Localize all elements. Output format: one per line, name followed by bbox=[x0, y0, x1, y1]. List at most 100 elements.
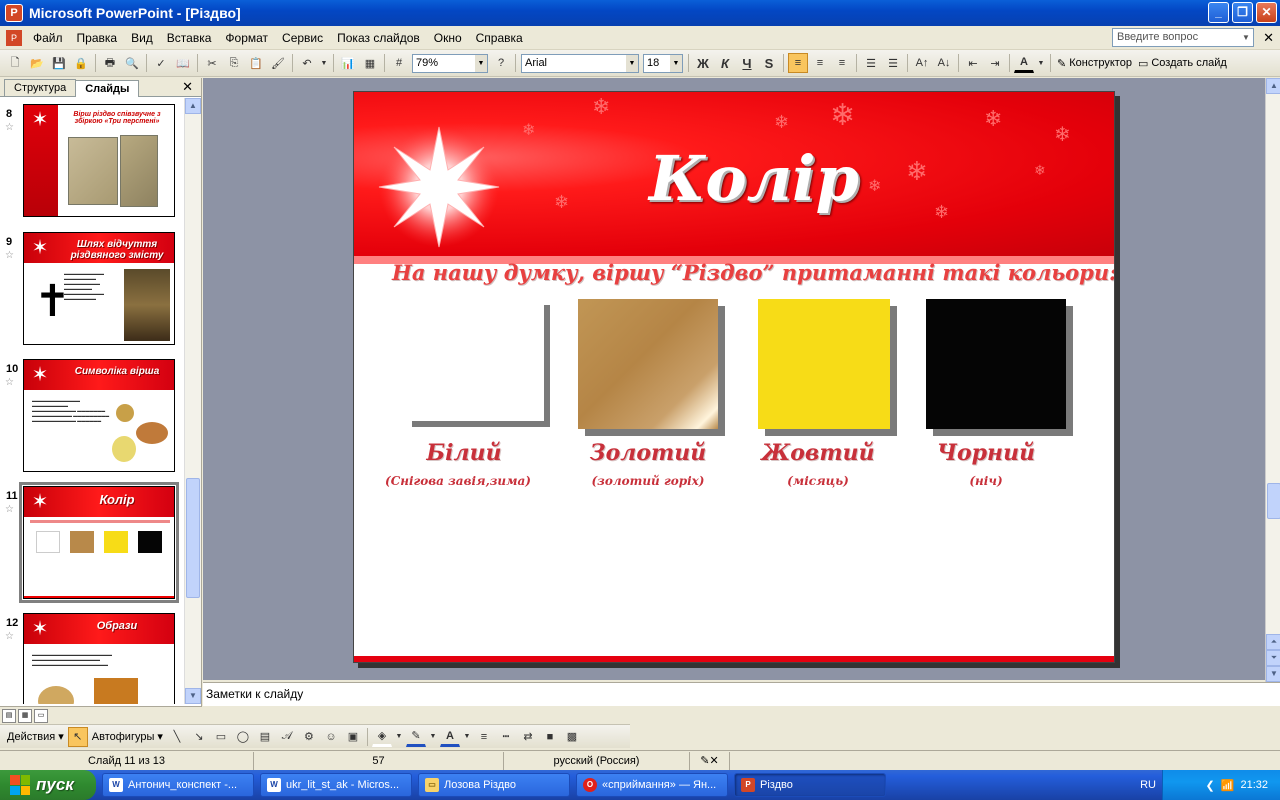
slide-thumbnail-11[interactable]: ✶ Колір bbox=[19, 482, 179, 603]
chevron-down-icon[interactable]: ▼ bbox=[1239, 29, 1253, 46]
diagram-icon[interactable]: ⚙ bbox=[299, 727, 319, 747]
color-note-yellow[interactable]: (місяць) bbox=[728, 474, 908, 488]
slide-sorter-icon[interactable]: ▦ bbox=[18, 708, 32, 723]
undo-dropdown-icon[interactable]: ▼ bbox=[319, 53, 329, 73]
decrease-font-icon[interactable]: A↓ bbox=[934, 53, 954, 73]
next-slide-icon[interactable]: ⏷ bbox=[1266, 650, 1280, 666]
color-label-gold[interactable]: Золотий bbox=[558, 440, 738, 466]
color-label-white[interactable]: Білий bbox=[374, 440, 554, 466]
menu-insert[interactable]: Вставка bbox=[160, 31, 219, 45]
designer-button[interactable]: ✎ Конструктор bbox=[1054, 57, 1135, 70]
close-pane-icon[interactable]: ✕ bbox=[182, 79, 193, 95]
clock[interactable]: 21:32 bbox=[1240, 779, 1268, 791]
font-color-icon[interactable]: A bbox=[1014, 53, 1034, 73]
zoom-select[interactable]: 79% ▼ bbox=[412, 53, 488, 73]
line-icon[interactable]: ╲ bbox=[167, 727, 187, 747]
chart-icon[interactable]: 📊 bbox=[338, 53, 358, 73]
font-color-dropdown-icon[interactable]: ▼ bbox=[1036, 53, 1046, 73]
task-word-doc-2[interactable]: Wukr_lit_st_ak - Micros... bbox=[260, 773, 412, 797]
new-slide-button[interactable]: ▭ Создать слайд bbox=[1135, 57, 1230, 70]
chevron-down-icon[interactable]: ▼ bbox=[670, 54, 682, 72]
actions-menu[interactable]: Действия ▾ bbox=[4, 730, 67, 744]
color-label-black[interactable]: Чорний bbox=[896, 440, 1076, 466]
language-indicator[interactable]: RU bbox=[1140, 779, 1156, 791]
format-painter-icon[interactable]: 🖌 bbox=[268, 53, 288, 73]
numbering-icon[interactable]: ☰ bbox=[861, 53, 881, 73]
scroll-up-icon[interactable]: ▲ bbox=[1266, 78, 1280, 94]
text-color-icon[interactable]: A bbox=[439, 727, 460, 747]
bullets-icon[interactable]: ☰ bbox=[883, 53, 903, 73]
align-center-icon[interactable]: ≡ bbox=[810, 53, 830, 73]
permission-icon[interactable]: 🔒 bbox=[71, 53, 91, 73]
chevron-down-icon[interactable]: ▼ bbox=[475, 54, 487, 72]
slide-thumbnail-8[interactable]: ✶ Вірш різдво співзвучне з збіркою «Три … bbox=[23, 104, 175, 217]
menu-slideshow[interactable]: Показ слайдов bbox=[330, 31, 427, 45]
decrease-indent-icon[interactable]: ⇤ bbox=[963, 53, 983, 73]
scroll-up-icon[interactable]: ▲ bbox=[185, 98, 201, 114]
copy-icon[interactable]: ⎘ bbox=[224, 53, 244, 73]
shadow-style-icon[interactable]: ■ bbox=[540, 727, 560, 747]
fill-color-dropdown-icon[interactable]: ▼ bbox=[394, 727, 404, 747]
align-right-icon[interactable]: ≡ bbox=[832, 53, 852, 73]
textbox-icon[interactable]: ▤ bbox=[255, 727, 275, 747]
spelling-icon[interactable]: ✓ bbox=[151, 53, 171, 73]
slide-thumbnail-12[interactable]: ✶ Образи ▬▬▬▬▬▬▬▬▬▬▬▬▬▬▬▬▬▬▬▬ ▬▬▬▬▬▬▬▬▬▬… bbox=[23, 613, 175, 704]
task-opera[interactable]: O «сприймання» — Ян... bbox=[576, 773, 728, 797]
swatch-gold[interactable] bbox=[578, 299, 718, 429]
table-icon[interactable]: ▦ bbox=[360, 53, 380, 73]
previous-slide-icon[interactable]: ⏶ bbox=[1266, 634, 1280, 650]
menu-window[interactable]: Окно bbox=[427, 31, 469, 45]
line-color-icon[interactable]: ✎ bbox=[405, 727, 426, 747]
tab-slides[interactable]: Слайды bbox=[75, 80, 140, 97]
line-color-dropdown-icon[interactable]: ▼ bbox=[428, 727, 438, 747]
tray-expand-icon[interactable]: ❮ bbox=[1206, 779, 1215, 792]
task-word-doc-1[interactable]: W Антонич_конспект -... bbox=[102, 773, 254, 797]
start-button[interactable]: пуск bbox=[0, 770, 96, 800]
increase-font-icon[interactable]: A↑ bbox=[912, 53, 932, 73]
ask-question-input[interactable]: Введите вопрос ▼ bbox=[1112, 28, 1254, 47]
slide-title[interactable]: Колір bbox=[644, 142, 864, 215]
swatch-white[interactable] bbox=[406, 299, 544, 421]
preview-icon[interactable]: 🔍 bbox=[122, 53, 142, 73]
current-slide[interactable]: ❄ ❄ ❄ ❄ ❄ ❄ ❄ ❄ ❄ ❄ ❄ Колір На нашу думк… bbox=[353, 91, 1115, 663]
slide-subtitle[interactable]: На нашу думку, вiршу “Різдво” притаманні… bbox=[392, 260, 1114, 285]
scroll-down-icon[interactable]: ▼ bbox=[185, 688, 201, 704]
oval-icon[interactable]: ◯ bbox=[233, 727, 253, 747]
underline-button[interactable]: Ч bbox=[737, 53, 757, 73]
bold-button[interactable]: Ж bbox=[693, 53, 713, 73]
slide-scrollbar[interactable]: ▲ ⏶ ⏷ ▼ bbox=[1265, 78, 1280, 682]
wordart-icon[interactable]: 𝒜 bbox=[277, 727, 297, 747]
task-folder[interactable]: ▭ Лозова Різдво bbox=[418, 773, 570, 797]
research-icon[interactable]: 📖 bbox=[173, 53, 193, 73]
color-label-yellow[interactable]: Жовтий bbox=[728, 440, 908, 466]
scroll-down-icon[interactable]: ▼ bbox=[1266, 666, 1280, 682]
text-color-dropdown-icon[interactable]: ▼ bbox=[462, 727, 472, 747]
fill-color-icon[interactable]: ◈ bbox=[371, 727, 392, 747]
3d-style-icon[interactable]: ▩ bbox=[562, 727, 582, 747]
autoshapes-menu[interactable]: Автофигуры ▾ bbox=[89, 730, 166, 744]
slide-thumbnail-9[interactable]: ✶ Шлях відчуття різдвяного змісту ✝ ▬▬▬▬… bbox=[23, 232, 175, 345]
slideshow-icon[interactable]: ▭ bbox=[34, 708, 48, 723]
new-icon[interactable]: 🗋 bbox=[5, 53, 25, 73]
normal-view-icon[interactable]: ▤ bbox=[2, 708, 16, 723]
slide-thumbnail-10[interactable]: ✶ Символіка вірша ▬▬▬▬▬▬▬▬▬▬▬▬ ▬▬▬▬▬▬▬▬▬… bbox=[23, 359, 175, 472]
document-icon[interactable]: P bbox=[6, 29, 22, 46]
color-note-gold[interactable]: (золотий горіх) bbox=[558, 474, 738, 488]
line-style-icon[interactable]: ≡ bbox=[474, 727, 494, 747]
color-note-black[interactable]: (ніч) bbox=[896, 474, 1076, 488]
help-icon[interactable]: ? bbox=[491, 53, 511, 73]
increase-indent-icon[interactable]: ⇥ bbox=[985, 53, 1005, 73]
menu-tools[interactable]: Сервис bbox=[275, 31, 330, 45]
select-arrow-icon[interactable]: ↖ bbox=[67, 726, 88, 747]
paste-icon[interactable]: 📋 bbox=[246, 53, 266, 73]
spelling-status-icon[interactable]: ✎✕ bbox=[690, 751, 730, 770]
menu-file[interactable]: Файл bbox=[26, 31, 70, 45]
menu-view[interactable]: Вид bbox=[124, 31, 160, 45]
scrollbar-thumb[interactable] bbox=[1267, 483, 1280, 519]
network-icon[interactable]: 📶 bbox=[1221, 779, 1235, 792]
menu-edit[interactable]: Правка bbox=[70, 31, 125, 45]
slide-notes[interactable]: Заметки к слайду bbox=[203, 682, 1280, 706]
font-select[interactable]: Arial ▼ bbox=[521, 53, 639, 73]
scrollbar-thumb[interactable] bbox=[186, 478, 200, 598]
minimize-button[interactable]: _ bbox=[1208, 2, 1229, 23]
